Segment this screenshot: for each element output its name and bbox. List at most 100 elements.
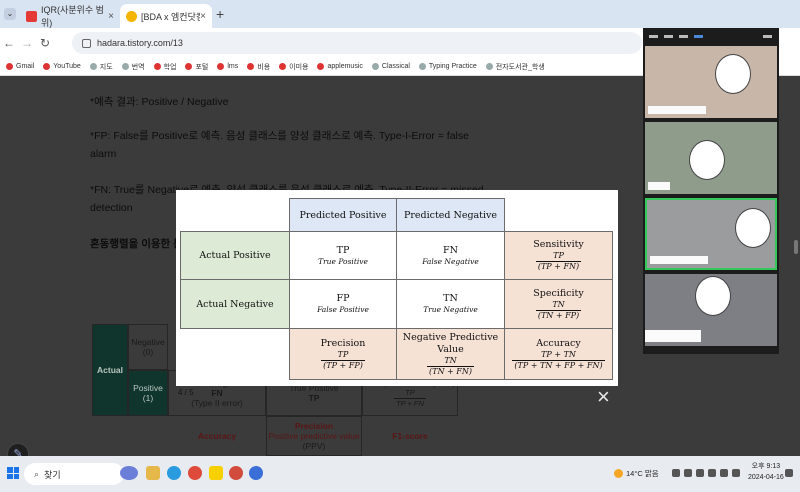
taskbar-search[interactable]: ⌕ 찾기 (24, 463, 124, 485)
bookmark-beauty[interactable]: 이미용 (279, 62, 308, 72)
metric-label: Accuracy (536, 337, 581, 349)
paragraph-fn-cont: detection (90, 202, 133, 214)
bg-tpr-num: TP (405, 387, 415, 397)
tray-app-icon[interactable] (684, 469, 692, 477)
metric-accuracy: Accuracy TP + TN (TP + TN + FP + FN) (504, 328, 613, 380)
edge-icon[interactable] (167, 466, 181, 480)
cell-true-negative: TN True Negative (396, 279, 505, 329)
metric-label: Sensitivity (533, 239, 584, 250)
participant-tile-1[interactable] (645, 46, 777, 118)
bookmark-cost[interactable]: 비용 (247, 62, 270, 72)
metric-numerator: TP + TN (541, 349, 576, 359)
notification-icon[interactable] (785, 469, 793, 477)
youtube-icon (43, 63, 51, 70)
forward-icon[interactable]: → (18, 36, 36, 50)
header-label: Predicted Negative (403, 209, 498, 221)
participant-name-tag (648, 182, 670, 190)
grid-icon[interactable] (679, 34, 688, 38)
zoom-icon[interactable] (249, 466, 263, 480)
cell-full: False Negative (422, 256, 479, 266)
close-tab-icon[interactable]: × (108, 11, 114, 22)
bookmark-label: 이미용 (289, 63, 309, 71)
row-actual-negative: Actual Negative (180, 279, 290, 329)
site-info-icon[interactable] (82, 38, 91, 48)
bookmark-library[interactable]: 전자도서관_학생 (485, 62, 545, 72)
participant-tile-4[interactable] (645, 274, 777, 346)
ime-icon[interactable] (708, 469, 716, 477)
metric-label: Precision (320, 337, 366, 349)
folder-icon (185, 63, 193, 70)
kakaotalk-icon[interactable] (209, 466, 223, 480)
paragraph-fp: *FP: False를 Positive로 예측. 음성 클래스를 양성 클래스… (90, 130, 469, 142)
system-clock[interactable]: 오후 9:13 2024-04-16 (748, 461, 784, 483)
bookmark-lms[interactable]: lms (217, 63, 238, 70)
file-explorer-icon[interactable] (146, 466, 160, 480)
bg-positive-value: (1) (142, 393, 154, 403)
tab-search-icon[interactable]: ⌄ (4, 8, 16, 20)
folder-icon (418, 63, 426, 70)
participant-face-mask (735, 208, 771, 248)
participant-tile-3-speaking[interactable] (645, 198, 777, 270)
tray-app-icon[interactable] (696, 469, 704, 477)
widgets-icon[interactable] (120, 466, 138, 480)
chrome-icon[interactable] (188, 466, 202, 480)
new-tab-button[interactable]: + (216, 6, 224, 22)
speaker-view-icon[interactable] (694, 34, 703, 38)
tray-chevron-icon[interactable] (672, 469, 680, 477)
reload-icon[interactable]: ↻ (36, 36, 54, 50)
weather-text: 14°C 맑음 (626, 469, 659, 478)
close-tab-icon[interactable]: × (200, 11, 206, 22)
bg-type2: (Type II error) (191, 398, 243, 408)
video-panel-toolbar (643, 28, 779, 44)
wifi-icon[interactable] (720, 469, 728, 477)
bookmark-applemusic[interactable]: applemusic (317, 63, 363, 70)
windows-start-icon[interactable] (7, 467, 19, 479)
participant-tile-2[interactable] (645, 122, 777, 194)
bookmark-typing[interactable]: Typing Practice (418, 63, 477, 70)
bg-negative-label: Negative (131, 337, 165, 347)
chrome-profile-icon[interactable] (229, 466, 243, 480)
participant-face-mask (689, 140, 725, 180)
bookmark-classical[interactable]: Classical (371, 63, 410, 70)
folder-icon (247, 63, 255, 70)
bookmark-youtube[interactable]: YouTube (43, 63, 81, 70)
bg-tpr-den: TP + FN (394, 397, 426, 408)
section-heading: 혼동행렬을 이용한 분 (90, 238, 183, 250)
participant-name-tag (650, 256, 708, 264)
metric-negative-predictive-value: Negative Predictive Value TN (TN + FN) (396, 328, 505, 380)
close-lightbox-icon[interactable]: × (597, 386, 610, 408)
gmail-icon (6, 63, 13, 70)
header-label: Predicted Positive (299, 209, 387, 221)
weather-widget[interactable]: 14°C 맑음 (614, 468, 659, 479)
volume-icon[interactable] (732, 469, 740, 477)
bookmark-gmail[interactable]: Gmail (6, 63, 34, 70)
bookmark-maps[interactable]: 지도 (89, 62, 113, 72)
bg-negative-value: (0) (142, 347, 154, 357)
translate-icon (121, 63, 129, 70)
search-icon: ⌕ (34, 468, 40, 479)
paragraph-fp-cont: alarm (90, 148, 117, 160)
expand-icon[interactable] (763, 34, 772, 38)
library-icon (485, 63, 493, 70)
cell-false-positive: FP False Positive (289, 279, 397, 329)
metric-numerator: TN (552, 299, 565, 309)
back-icon[interactable]: ← (0, 36, 18, 50)
bg-actual-cell: Actual (92, 324, 128, 416)
bookmark-portal[interactable]: 포털 (185, 62, 208, 72)
metric-label: Negative Predictive Value (402, 331, 499, 355)
bookmark-translate[interactable]: 번역 (121, 62, 145, 72)
url-bar[interactable]: hadara.tistory.com/13 (72, 32, 642, 54)
cell-full: False Positive (317, 305, 369, 314)
page-scrollbar[interactable] (794, 240, 798, 254)
tab-iqr[interactable]: IQR(사분위수 범위) × (20, 4, 120, 28)
clock-date: 2024-04-16 (748, 474, 784, 481)
minimize-icon[interactable] (649, 34, 658, 38)
cell-full: True Negative (423, 305, 478, 314)
bg-negative-cell: Negative (0) (128, 324, 168, 370)
clock-time: 오후 9:13 (751, 463, 781, 470)
bg-precision-cell: Precision Positive predictive value (PPV) (266, 416, 362, 456)
bookmark-study[interactable]: 학업 (153, 62, 176, 72)
layout-icon[interactable] (664, 34, 673, 38)
bookmark-label: 전자도서관_학생 (495, 63, 545, 71)
tab-bda-study[interactable]: [BDA x 엠컨닷컴] BDA 스터디 × (120, 4, 212, 28)
